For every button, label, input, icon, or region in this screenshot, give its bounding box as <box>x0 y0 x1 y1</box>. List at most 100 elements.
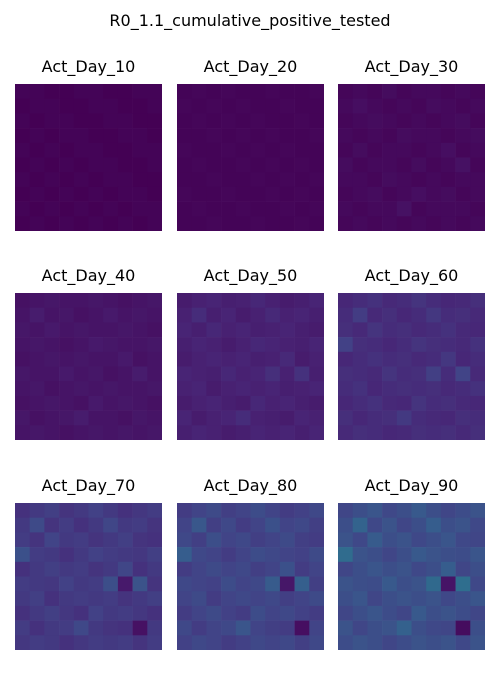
heatmap-cell <box>367 503 383 518</box>
heatmap-cell <box>411 98 427 114</box>
heatmap-cell <box>147 605 162 621</box>
heatmap-cell <box>470 532 485 548</box>
heatmap-cell <box>382 322 398 338</box>
heatmap-cell <box>206 142 222 158</box>
heatmap-cell <box>15 591 30 607</box>
heatmap-cell <box>411 503 427 518</box>
heatmap-cell <box>352 98 368 114</box>
heatmap-cell <box>352 395 368 411</box>
panel-title: Act_Day_90 <box>364 476 459 495</box>
heatmap-cell <box>206 635 222 650</box>
heatmap-cell <box>177 293 192 308</box>
heatmap-cell <box>29 410 45 426</box>
heatmap-cell <box>117 216 133 231</box>
heatmap-cell <box>294 216 310 231</box>
heatmap-cell <box>73 635 89 650</box>
heatmap-cell <box>177 128 192 144</box>
heatmap-cell <box>15 425 30 440</box>
heatmap-cell <box>44 186 60 202</box>
heatmap-cell <box>88 517 104 533</box>
heatmap-cell <box>59 381 75 397</box>
heatmap-cell <box>455 201 471 217</box>
heatmap-cell <box>117 576 133 592</box>
heatmap-cell <box>117 503 133 518</box>
heatmap-cell <box>367 98 383 114</box>
heatmap-cell <box>206 128 222 144</box>
heatmap-cell <box>426 576 442 592</box>
heatmap-cell <box>73 425 89 440</box>
heatmap-cell <box>15 322 30 338</box>
heatmap-cell <box>367 113 383 129</box>
heatmap-cell <box>279 201 295 217</box>
heatmap-cell <box>455 576 471 592</box>
heatmap-cell <box>294 307 310 323</box>
heatmap-cell <box>309 381 324 397</box>
heatmap-cell <box>426 517 442 533</box>
panel-title: Act_Day_70 <box>41 476 136 495</box>
heatmap-cell <box>15 395 30 411</box>
heatmap-cell <box>470 216 485 231</box>
figure-title: R0_1.1_cumulative_positive_tested <box>109 11 391 30</box>
heatmap-cell <box>309 157 324 173</box>
heatmap-cell <box>352 142 368 158</box>
heatmap-cell <box>426 142 442 158</box>
heatmap-cell <box>73 620 89 636</box>
heatmap-cell <box>177 410 192 426</box>
heatmap-cell <box>396 591 412 607</box>
heatmap-cell <box>191 201 207 217</box>
heatmap-cell <box>132 532 148 548</box>
heatmap-cell <box>59 142 75 158</box>
heatmap-cell <box>382 381 398 397</box>
heatmap-cell <box>250 547 266 563</box>
heatmap-cell <box>367 576 383 592</box>
heatmap-cell <box>235 186 251 202</box>
heatmap-cell <box>103 172 119 188</box>
heatmap-cell <box>338 576 353 592</box>
heatmap-cell <box>279 366 295 382</box>
heatmap-cell <box>250 532 266 548</box>
heatmap-cell <box>426 591 442 607</box>
heatmap-cell <box>73 532 89 548</box>
heatmap-cell <box>309 322 324 338</box>
heatmap-cell <box>309 635 324 650</box>
heatmap-cell <box>132 98 148 114</box>
heatmap-cell <box>117 351 133 367</box>
heatmap-cell <box>455 547 471 563</box>
heatmap-cell <box>426 366 442 382</box>
heatmap-cell <box>73 216 89 231</box>
heatmap-cell <box>73 605 89 621</box>
heatmap-cell <box>265 322 281 338</box>
heatmap-cell <box>29 635 45 650</box>
heatmap-cell <box>191 381 207 397</box>
heatmap-cell <box>279 172 295 188</box>
heatmap-cell <box>309 620 324 636</box>
heatmap-cell <box>455 561 471 577</box>
heatmap-cell <box>352 366 368 382</box>
heatmap-cell <box>367 561 383 577</box>
heatmap-cell <box>411 547 427 563</box>
heatmap-cell <box>147 172 162 188</box>
heatmap-cell <box>117 395 133 411</box>
heatmap-cell <box>338 635 353 650</box>
heatmap-cell <box>191 532 207 548</box>
heatmap-cell <box>250 591 266 607</box>
heatmap-cell <box>29 157 45 173</box>
heatmap-cell <box>294 605 310 621</box>
heatmap-cell <box>206 157 222 173</box>
heatmap-cell <box>206 293 222 308</box>
heatmap-cell <box>132 410 148 426</box>
heatmap-cell <box>191 547 207 563</box>
heatmap-cell <box>177 322 192 338</box>
heatmap-cell <box>250 517 266 533</box>
heatmap-grid <box>177 84 324 231</box>
heatmap-cell <box>279 503 295 518</box>
heatmap-cell <box>177 84 192 99</box>
heatmap-cell <box>294 591 310 607</box>
heatmap-cell <box>396 172 412 188</box>
heatmap-cell <box>265 425 281 440</box>
heatmap-cell <box>132 293 148 308</box>
heatmap-cell <box>235 503 251 518</box>
heatmap-cell <box>309 561 324 577</box>
heatmap-cell <box>396 410 412 426</box>
heatmap-cell <box>411 395 427 411</box>
